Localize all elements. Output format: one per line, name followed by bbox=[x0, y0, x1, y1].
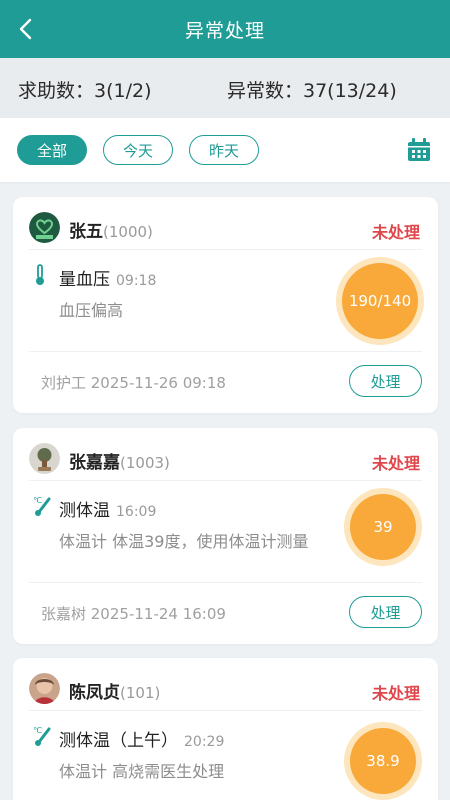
help-count: 求助数：3(1/2) bbox=[18, 80, 152, 102]
avatar bbox=[29, 212, 60, 243]
handle-button[interactable]: 处理 bbox=[349, 596, 422, 628]
svg-text:℃: ℃ bbox=[33, 726, 42, 735]
svg-text:℃: ℃ bbox=[33, 496, 42, 505]
record-card[interactable]: 张嘉嘉(1003) 未处理 ℃ 测体温 16:09 体温计 体温39度，使用体温计… bbox=[13, 428, 438, 644]
status-badge: 未处理 bbox=[371, 223, 420, 242]
patient-name: 张五(1000) bbox=[69, 217, 153, 242]
measure-time: 09:18 bbox=[116, 273, 157, 289]
measure-description: 体温计 高烧需医生处理 bbox=[59, 762, 225, 781]
chevron-left-icon[interactable] bbox=[14, 17, 38, 41]
measure-type: 测体温 16:09 bbox=[59, 496, 156, 521]
patient-name: 陈凤贞(101) bbox=[69, 678, 160, 703]
patient-id: (101) bbox=[120, 684, 161, 702]
stats-bar: 求助数：3(1/2) 异常数：37(13/24) bbox=[0, 58, 450, 118]
divider bbox=[29, 249, 422, 250]
divider bbox=[29, 582, 422, 583]
measure-time: 20:29 bbox=[184, 734, 225, 750]
calendar-icon[interactable] bbox=[406, 137, 432, 163]
measure-time: 16:09 bbox=[116, 504, 157, 520]
measure-type: 测体温（上午） 20:29 bbox=[59, 726, 224, 751]
patient-id: (1003) bbox=[120, 454, 170, 472]
measure-description: 体温计 体温39度，使用体温计测量 bbox=[59, 532, 309, 551]
thermometer-icon bbox=[36, 264, 44, 285]
measure-value-badge: 39 bbox=[350, 494, 416, 560]
filter-all-button[interactable]: 全部 bbox=[17, 135, 87, 165]
patient-name-text: 陈凤贞 bbox=[69, 683, 120, 703]
measure-label: 测体温（上午） bbox=[59, 731, 178, 751]
abnormal-count: 异常数：37(13/24) bbox=[227, 80, 397, 102]
avatar bbox=[29, 443, 60, 474]
patient-name-text: 张五 bbox=[69, 222, 103, 242]
handle-button[interactable]: 处理 bbox=[349, 365, 422, 397]
filter-yesterday-button[interactable]: 昨天 bbox=[189, 135, 259, 165]
operator-info: 张嘉树 2025-11-24 16:09 bbox=[41, 605, 226, 623]
avatar bbox=[29, 673, 60, 704]
body-thermometer-icon: ℃ bbox=[33, 726, 51, 746]
status-badge: 未处理 bbox=[371, 684, 420, 703]
measure-value-badge: 38.9 bbox=[350, 728, 416, 794]
patient-name: 张嘉嘉(1003) bbox=[69, 448, 170, 473]
divider bbox=[29, 351, 422, 352]
filter-today-button[interactable]: 今天 bbox=[103, 135, 173, 165]
measure-value-badge: 190/140 bbox=[342, 263, 418, 339]
measure-description: 血压偏高 bbox=[59, 301, 124, 320]
status-badge: 未处理 bbox=[371, 454, 420, 473]
patient-id: (1000) bbox=[103, 223, 153, 241]
divider bbox=[29, 710, 422, 711]
filter-bar: 全部 今天 昨天 bbox=[0, 118, 450, 182]
measure-type: 量血压 09:18 bbox=[59, 265, 156, 290]
patient-name-text: 张嘉嘉 bbox=[69, 453, 120, 473]
operator-info: 刘护工 2025-11-26 09:18 bbox=[41, 374, 226, 392]
measure-label: 测体温 bbox=[59, 501, 110, 521]
measure-label: 量血压 bbox=[59, 270, 110, 290]
divider bbox=[29, 480, 422, 481]
header-bar: 异常处理 bbox=[0, 0, 450, 58]
record-card[interactable]: 陈凤贞(101) 未处理 ℃ 测体温（上午） 20:29 体温计 高烧需医生处理 … bbox=[13, 658, 438, 800]
record-card[interactable]: 张五(1000) 未处理 量血压 09:18 血压偏高 190/140 刘护工 2… bbox=[13, 197, 438, 413]
page-title: 异常处理 bbox=[184, 19, 265, 42]
body-thermometer-icon: ℃ bbox=[33, 496, 51, 516]
